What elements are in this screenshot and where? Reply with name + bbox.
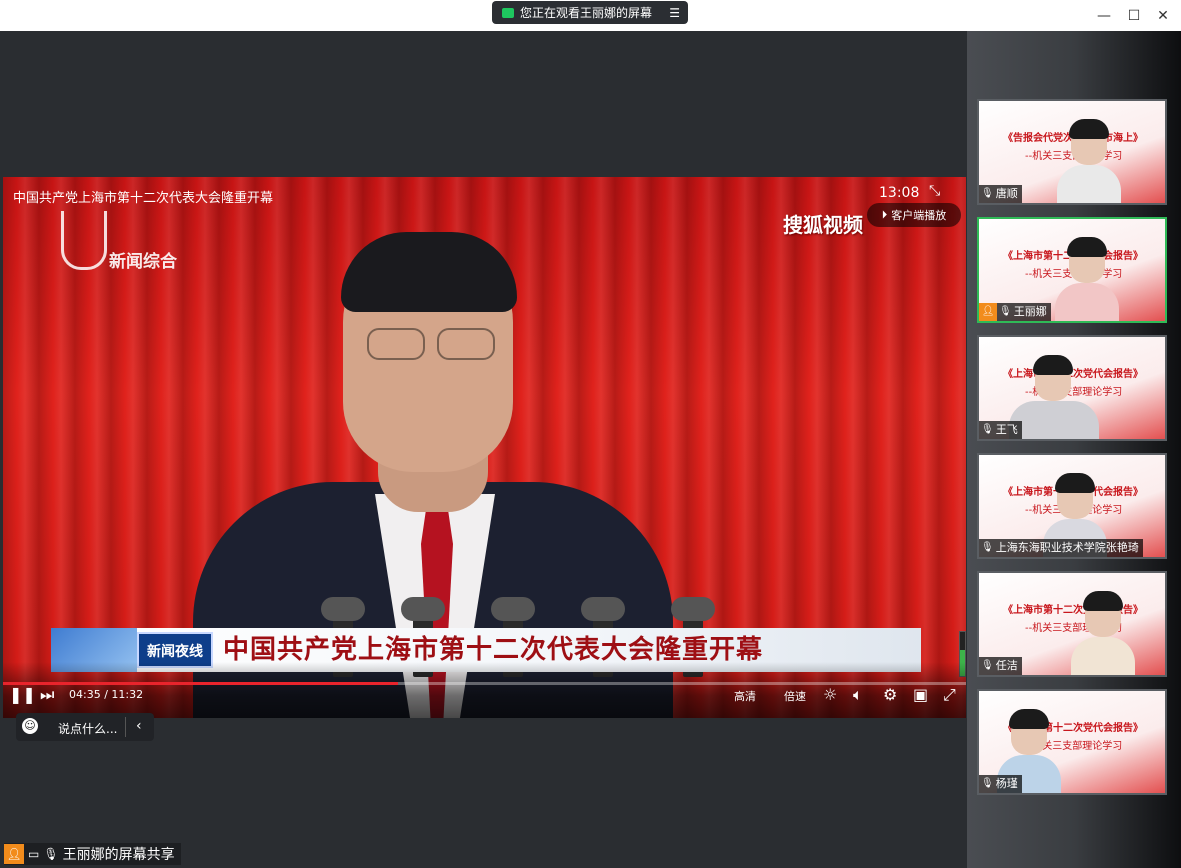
participant-name: 杨瑾 [995,777,1018,790]
comment-placeholder: 说点什么... [58,722,118,736]
microphone-icon: 🎙︎ [981,778,994,789]
next-icon[interactable]: ⏭ [40,685,54,705]
client-play-button[interactable]: ⏵ 客户端播放 [867,203,961,227]
participant-tile[interactable]: 《上海市第十二次党代会报告》 --机关三支部理论学习 🎙︎ 杨瑾 [977,689,1167,795]
fullscreen-icon[interactable]: ⤢ [943,685,956,705]
user-avatar-icon: 👤︎ [4,844,24,864]
microphone-icon: 🎙︎ [981,542,994,553]
collapse-icon[interactable]: ⤡ [929,183,940,199]
participant-name-label: 🎙︎ 王飞 [979,421,1022,439]
pause-icon[interactable]: ❚❚ [9,685,36,704]
share-owner-label: 👤︎ ▭ 🎙︎ 王丽娜的屏幕共享 [4,843,181,865]
quality-button[interactable]: 高清 [734,688,756,704]
chevron-left-icon[interactable]: ‹ [136,718,142,734]
picture-in-picture-icon[interactable]: ▣ [913,685,928,704]
menu-list-icon[interactable]: ☰ [669,6,680,20]
volume-icon[interactable]: 🔈︎ [853,685,863,705]
microphone-icon: 🎙︎ [43,847,59,861]
player-controls-bar [3,662,966,718]
participant-name-label: 🎙︎ 任洁 [979,657,1022,675]
video-player[interactable]: 新闻综合 搜狐视频 新闻夜线 中国共产党上海市第十二次代表大会隆重开幕 中国共产… [3,177,966,718]
participant-name: 王飞 [995,423,1018,436]
microphone-icon: 🎙︎ [981,424,994,435]
emoji-icon[interactable]: ☺ [22,718,38,734]
participant-tile[interactable]: 《上海市第十二次党代会报告》 --机关三支部理论学习 🎙︎ 王飞 [977,335,1167,441]
participant-tile[interactable]: 《上海市第十二次党代会报告》 --机关三支部理论学习 👤︎ 🎙︎ 王丽娜 [977,217,1167,323]
screen-share-banner[interactable]: 您正在观看王丽娜的屏幕 ☰ [492,1,688,24]
client-play-label: 客户端播放 [891,209,947,222]
microphone-icon: 🎙︎ [999,306,1012,317]
participant-video [1055,237,1119,321]
share-banner-text: 您正在观看王丽娜的屏幕 [520,6,653,20]
participant-name: 任洁 [995,659,1018,672]
microphone-icon: 🎙︎ [981,660,994,671]
host-avatar-icon: 👤︎ [979,303,997,321]
channel-logo-mark-icon [61,211,107,270]
participant-name-label: 👤︎ 🎙︎ 王丽娜 [979,303,1051,321]
play-circle-icon: ⏵ [881,208,888,221]
minimize-button[interactable]: — [1094,6,1114,26]
speed-button[interactable]: 倍速 [784,688,806,704]
brightness-icon[interactable]: ☼ [823,685,837,704]
participant-name: 上海东海职业技术学院张艳琦 [995,541,1139,554]
participant-tile[interactable]: 《告报会代党次二十第市海上》 --机关三支部理论学习 🎙︎ 唐顺 [977,99,1167,205]
divider [125,717,126,737]
share-status-icon [502,7,514,18]
participant-video [1057,119,1121,203]
screen-icon: ▭ [28,847,40,861]
playback-time: 04:35 / 11:32 [69,688,144,701]
participant-video [1009,355,1099,439]
progress-bar[interactable] [3,682,966,685]
participant-tile[interactable]: 《上海市第十二次党代会报告》 --机关三支部理论学习 🎙︎ 任洁 [977,571,1167,677]
participant-name-label: 🎙︎ 唐顺 [979,185,1022,203]
comment-input[interactable]: ☺ 说点什么... ‹ [16,713,154,741]
maximize-button[interactable]: ☐ [1124,6,1144,26]
video-title: 中国共产党上海市第十二次代表大会隆重开幕 [13,191,274,206]
settings-gear-icon[interactable]: ⚙ [883,685,897,704]
video-clock: 13:08 [879,185,920,201]
participant-name: 唐顺 [995,187,1018,200]
participant-video [1071,591,1135,675]
participant-name-label: 🎙︎ 杨瑾 [979,775,1022,793]
title-bar: 您正在观看王丽娜的屏幕 ☰ — ☐ ✕ [0,0,1181,32]
participant-name-label: 🎙︎ 上海东海职业技术学院张艳琦 [979,539,1143,557]
participants-sidebar: 《告报会代党次二十第市海上》 --机关三支部理论学习 🎙︎ 唐顺 《上海市第十二… [967,31,1181,868]
share-owner-text: 王丽娜的屏幕共享 [62,847,175,863]
participant-name: 王丽娜 [1013,305,1047,318]
close-button[interactable]: ✕ [1153,6,1173,26]
participant-tile[interactable]: 《上海市第十二次党代会报告》 --机关三支部理论学习 🎙︎ 上海东海职业技术学院… [977,453,1167,559]
sohu-video-logo: 搜狐视频 [783,213,863,237]
microphone-icon: 🎙︎ [981,188,994,199]
